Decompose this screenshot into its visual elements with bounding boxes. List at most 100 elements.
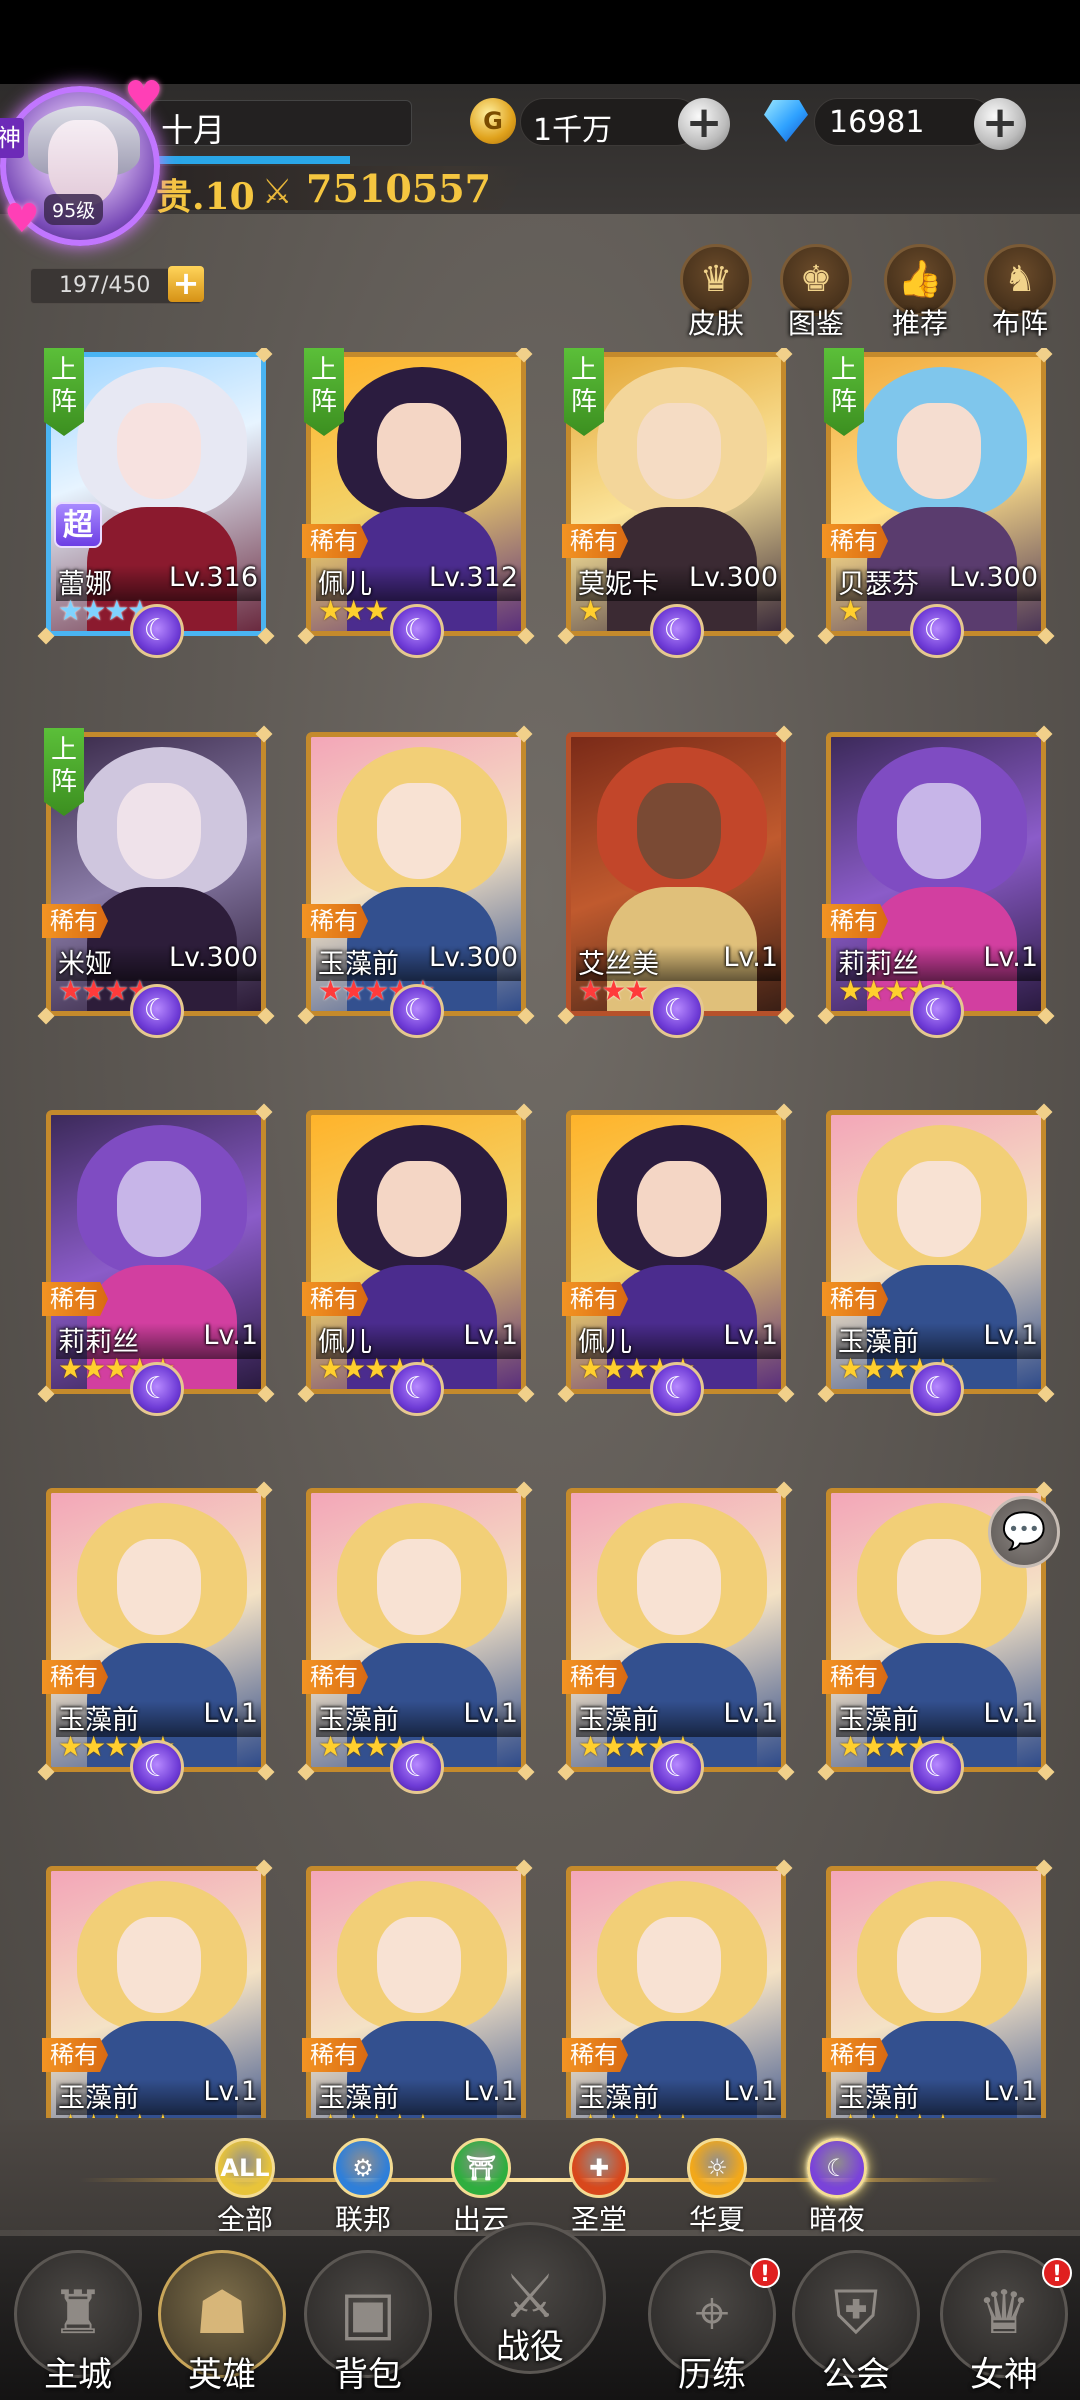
rare-badge: 稀有 [42,1282,108,1316]
hero-card[interactable]: 稀有 莉莉丝 Lv.1 ★★★★★ ☾ [817,725,1055,1038]
filter-5[interactable]: ☾ 暗夜 [792,2138,882,2238]
filter-label: 全部 [216,2203,273,2236]
player-name: 十月 [161,111,226,149]
rare-badge: 稀有 [562,1282,628,1316]
rare-badge: 稀有 [302,524,368,558]
hero-card[interactable]: 上阵 稀有 米娅 Lv.300 ★★★★ ☾ [37,725,275,1038]
nav-label: 历练 [678,2355,746,2395]
hero-card[interactable]: 稀有玉藻前Lv.1★★★★★☾ [562,1859,793,2118]
hero-grid[interactable]: 上阵超蕾娜 Lv.316 ★★★★ ☾ 上阵 稀有 佩儿 Lv.312 ★★★ ☾ 上阵 稀有 莫妮卡 L… [0,348,1080,2118]
nav-2[interactable]: ▣ 背包 [298,2250,438,2395]
top-button-label: 布阵 [991,307,1048,340]
moon-faction-icon: ☾ [650,984,704,1038]
rare-badge: 稀有 [822,2038,888,2072]
hero-level: Lv.1 [723,2076,778,2107]
hero-card[interactable]: 稀有玉藻前Lv.1★★★★★☾ [297,1481,535,1794]
top-button-label: 图鉴 [787,307,844,340]
power-swords-icon: ⚔ [262,172,293,212]
faction-tag: 神 [0,118,24,158]
moon-faction-icon: ☾ [650,1740,704,1794]
hero-card[interactable]: 上阵 稀有 贝瑟芬 Lv.300 ★ ☾ [817,348,1055,658]
gold-amount: 1千万 [533,113,613,148]
hero-card[interactable]: 稀有玉藻前Lv.1★★★★★☾ [302,1859,533,2118]
nav-label: 战役 [496,2327,564,2367]
rare-badge: 稀有 [302,904,368,938]
rare-badge: 稀有 [562,524,628,558]
nav-3[interactable]: ⚔ 战役 [454,2222,606,2374]
hero-card[interactable]: 稀有玉藻前Lv.1★★★★★☾ [822,1859,1053,2119]
filter-0[interactable]: ALL 全部 [200,2138,290,2238]
hero-card[interactable]: 稀有玉藻前Lv.1★★★★★☾ [817,1103,1055,1416]
hero-card[interactable]: 稀有 莉莉丝 Lv.1 ★★★★★ ☾ [37,1103,275,1416]
moon-faction-icon: ☾ [390,984,444,1038]
rare-badge: 稀有 [302,1282,368,1316]
diamond-display: 16981 [814,98,994,146]
all-icon: ALL [215,2138,275,2198]
moon-faction-icon: ☾ [130,1362,184,1416]
onstage-badge: 上阵 [304,348,344,436]
nav-label: 英雄 [188,2355,256,2395]
hero-card[interactable]: 上阵 稀有 佩儿 Lv.312 ★★★ ☾ [297,348,535,658]
moon-faction-icon: ☾ [390,604,444,658]
hero-card[interactable]: 稀有 玉藻前 Lv.300 ★★★★★ ☾ [297,725,535,1038]
moon-faction-icon: ☾ [390,1362,444,1416]
top-button-label: 皮肤 [687,307,744,340]
filter-label: 联邦 [334,2203,391,2236]
hero-level: Lv.1 [463,2076,518,2107]
hero-level: Lv.1 [723,1698,778,1729]
hero-card[interactable]: 稀有玉藻前Lv.1★★★★★☾ [42,1859,273,2119]
hero-card[interactable]: 艾丝美 Lv.1 ★★★ ☾ [557,725,795,1038]
hero-level: Lv.1 [203,1320,258,1351]
star-rating: ★ [578,594,603,627]
hero-card[interactable]: 稀有玉藻前Lv.1★★★★★☾ [557,1481,795,1794]
rare-badge: 稀有 [562,1660,628,1694]
top-button-3[interactable]: ♞ 布阵 [982,244,1058,342]
player-name-bar: 十月 [150,100,412,149]
hero-level: Lv.1 [203,1698,258,1729]
hero-card[interactable]: 稀有 佩儿 Lv.1 ★★★★★ ☾ [557,1103,795,1416]
filter-label: 暗夜 [808,2203,865,2236]
top-button-2[interactable]: 👍 推荐 [882,244,958,342]
top-button-0[interactable]: ♛ 皮肤 [678,244,754,342]
expand-slots-button[interactable]: + [168,266,204,302]
rare-badge: 稀有 [302,2038,368,2072]
player-level: 95级 [44,194,104,225]
hero-level: Lv.1 [983,1320,1038,1351]
rare-badge: 稀有 [822,904,888,938]
star-rating: ★★★★★ [58,2110,176,2119]
rare-badge: 稀有 [822,524,888,558]
nav-label: 主城 [44,2355,112,2395]
star-rating: ★ [838,594,863,627]
hero-level: Lv.1 [983,2076,1038,2107]
hero-level: Lv.300 [168,942,258,973]
star-rating: ★★★★★ [838,2110,956,2119]
gear-icon: ⚙ [333,2138,393,2198]
moon-faction-icon: ☾ [910,1362,964,1416]
faction-filter-bar [0,2120,1080,2230]
hero-card[interactable]: 上阵超蕾娜 Lv.316 ★★★★ ☾ [37,348,275,658]
nav-5[interactable]: ⛨ 公会 [786,2250,926,2395]
heart-icon: ♥ [4,196,40,242]
chat-button[interactable]: 💬 [988,1496,1060,1568]
sun-icon: ☼ [687,2138,747,2198]
top-button-1[interactable]: ♚ 图鉴 [778,244,854,342]
hero-card[interactable]: 上阵 稀有 莫妮卡 Lv.300 ★ ☾ [557,348,795,658]
add-gold-button[interactable]: + [678,98,730,150]
hero-level: Lv.1 [983,1698,1038,1729]
add-diamond-button[interactable]: + [974,98,1026,150]
rare-badge: 稀有 [822,1660,888,1694]
moon-faction-icon: ☾ [130,984,184,1038]
nav-0[interactable]: ♜ 主城 [8,2250,148,2395]
hero-level: Lv.1 [463,1698,518,1729]
filter-4[interactable]: ☼ 华夏 [672,2138,762,2238]
top-button-label: 推荐 [891,307,948,340]
moon-faction-icon: ☾ [130,1740,184,1794]
onstage-badge: 上阵 [44,348,84,436]
nav-1[interactable]: ☗ 英雄 [152,2250,292,2395]
hero-card[interactable]: 稀有 佩儿 Lv.1 ★★★★★ ☾ [297,1103,535,1416]
xp-bar [150,156,350,164]
hero-card[interactable]: 稀有玉藻前Lv.1★★★★★☾ [37,1481,275,1794]
filter-1[interactable]: ⚙ 联邦 [318,2138,408,2238]
moon-faction-icon: ☾ [910,984,964,1038]
moon-faction-icon: ☾ [910,604,964,658]
